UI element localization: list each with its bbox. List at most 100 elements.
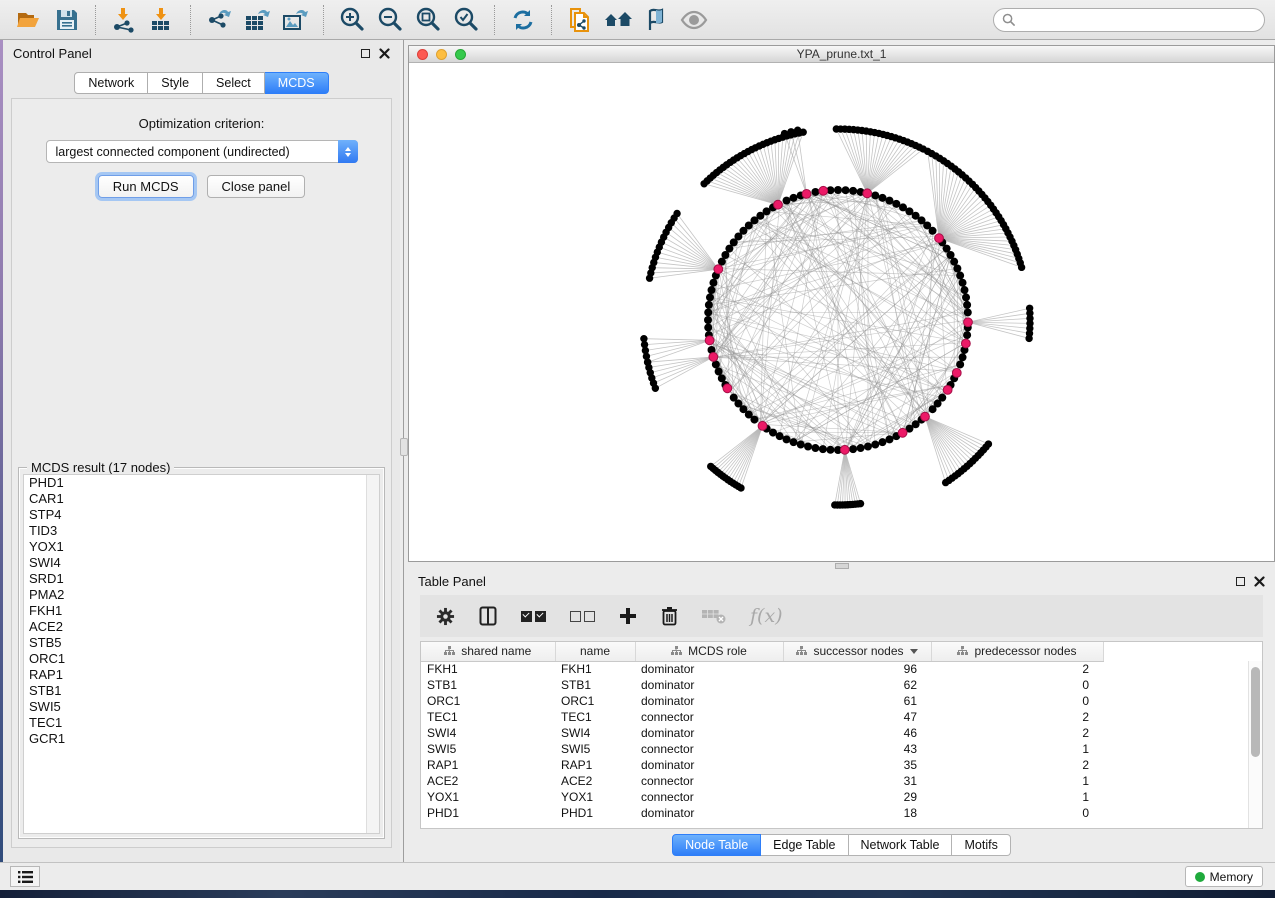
search-input[interactable] xyxy=(1020,13,1256,27)
search-field[interactable] xyxy=(993,8,1265,32)
mcds-result-item[interactable]: FKH1 xyxy=(24,603,379,619)
table-row[interactable]: SWI5SWI5connector431 xyxy=(421,741,1249,757)
criterion-select[interactable]: largest connected component (undirected) xyxy=(46,140,358,163)
mcds-result-item[interactable]: PHD1 xyxy=(24,475,379,491)
delete-column-button[interactable] xyxy=(661,606,678,626)
run-mcds-button[interactable]: Run MCDS xyxy=(98,175,194,198)
mcds-hub-node[interactable] xyxy=(802,189,811,198)
deselect-all-rows-button[interactable] xyxy=(570,611,595,622)
horizontal-splitter[interactable] xyxy=(408,562,1275,570)
import-network-button[interactable] xyxy=(107,4,141,36)
splitter-grip-icon[interactable] xyxy=(400,438,408,456)
mcds-hub-node[interactable] xyxy=(935,234,944,243)
column-header-shared-name[interactable]: shared name xyxy=(421,642,555,661)
save-icon xyxy=(54,7,80,33)
refresh-button[interactable] xyxy=(506,4,540,36)
mcds-hub-node[interactable] xyxy=(709,353,718,362)
close-panel-icon[interactable] xyxy=(1254,576,1265,587)
export-image-button[interactable] xyxy=(278,4,312,36)
mcds-hub-node[interactable] xyxy=(863,189,872,198)
mcds-result-item[interactable]: STB5 xyxy=(24,635,379,651)
mcds-hub-node[interactable] xyxy=(758,421,767,430)
table-scrollbar[interactable] xyxy=(1248,661,1262,828)
mcds-hub-node[interactable] xyxy=(723,384,732,393)
table-row[interactable]: YOX1YOX1connector291 xyxy=(421,789,1249,805)
column-header-successor-nodes[interactable]: successor nodes xyxy=(783,642,931,661)
mcds-result-item[interactable]: TEC1 xyxy=(24,715,379,731)
table-row[interactable]: TEC1TEC1connector472 xyxy=(421,709,1249,725)
column-header-predecessor-nodes[interactable]: predecessor nodes xyxy=(931,642,1103,661)
mcds-result-item[interactable]: GCR1 xyxy=(24,731,379,747)
table-row[interactable]: STB1STB1dominator620 xyxy=(421,677,1249,693)
tab-network[interactable]: Network xyxy=(74,72,148,94)
duplicate-network-button[interactable] xyxy=(563,4,597,36)
network-window-titlebar[interactable]: YPA_prune.txt_1 xyxy=(409,46,1274,63)
table-settings-button[interactable] xyxy=(436,607,455,626)
export-table-button[interactable] xyxy=(240,4,274,36)
column-header-mcds-role[interactable]: MCDS role xyxy=(635,642,783,661)
mcds-hub-node[interactable] xyxy=(921,412,930,421)
mcds-hub-node[interactable] xyxy=(714,265,723,274)
zoom-in-button[interactable] xyxy=(335,4,369,36)
float-panel-icon[interactable] xyxy=(1236,577,1245,586)
tab-style[interactable]: Style xyxy=(148,72,203,94)
mcds-result-item[interactable]: CAR1 xyxy=(24,491,379,507)
mcds-hub-node[interactable] xyxy=(840,445,849,454)
tab-motifs[interactable]: Motifs xyxy=(952,834,1010,856)
mcds-hub-node[interactable] xyxy=(705,336,714,345)
hide-toggle-button[interactable] xyxy=(639,4,673,36)
memory-button[interactable]: Memory xyxy=(1185,866,1263,887)
mcds-hub-node[interactable] xyxy=(943,385,952,394)
mcds-result-item[interactable]: STB1 xyxy=(24,683,379,699)
table-scrollbar-thumb[interactable] xyxy=(1251,667,1260,757)
splitter-grip-icon[interactable] xyxy=(835,563,849,569)
tab-select[interactable]: Select xyxy=(203,72,265,94)
table-row[interactable]: ACE2ACE2connector311 xyxy=(421,773,1249,789)
mcds-result-item[interactable]: STP4 xyxy=(24,507,379,523)
tab-mcds[interactable]: MCDS xyxy=(265,72,329,94)
mcds-list-scrollbar[interactable] xyxy=(366,475,379,833)
mcds-hub-node[interactable] xyxy=(961,339,970,348)
table-row[interactable]: ORC1ORC1dominator610 xyxy=(421,693,1249,709)
open-session-button[interactable] xyxy=(12,4,46,36)
task-history-button[interactable] xyxy=(10,866,40,887)
mcds-hub-node[interactable] xyxy=(898,428,907,437)
home-networks-button[interactable] xyxy=(601,4,635,36)
save-session-button[interactable] xyxy=(50,4,84,36)
mcds-result-item[interactable]: SWI5 xyxy=(24,699,379,715)
tab-node-table[interactable]: Node Table xyxy=(672,834,761,856)
mcds-result-item[interactable]: SWI4 xyxy=(24,555,379,571)
mcds-hub-node[interactable] xyxy=(819,186,828,195)
show-columns-button[interactable] xyxy=(479,606,497,626)
mcds-hub-node[interactable] xyxy=(774,200,783,209)
mcds-hub-node[interactable] xyxy=(952,368,961,377)
import-table-button[interactable] xyxy=(145,4,179,36)
table-row[interactable]: RAP1RAP1dominator352 xyxy=(421,757,1249,773)
column-header-name[interactable]: name xyxy=(555,642,635,661)
network-canvas[interactable] xyxy=(409,63,1274,561)
close-panel-icon[interactable] xyxy=(379,48,390,59)
select-all-rows-button[interactable] xyxy=(521,611,546,622)
zoom-selected-button[interactable] xyxy=(449,4,483,36)
mcds-result-item[interactable]: TID3 xyxy=(24,523,379,539)
mcds-result-item[interactable]: SRD1 xyxy=(24,571,379,587)
mcds-result-item[interactable]: ORC1 xyxy=(24,651,379,667)
tab-edge-table[interactable]: Edge Table xyxy=(761,834,848,856)
tab-network-table[interactable]: Network Table xyxy=(849,834,953,856)
show-hidden-button[interactable] xyxy=(677,4,711,36)
mcds-result-item[interactable]: YOX1 xyxy=(24,539,379,555)
mcds-result-item[interactable]: RAP1 xyxy=(24,667,379,683)
mcds-result-item[interactable]: ACE2 xyxy=(24,619,379,635)
float-panel-icon[interactable] xyxy=(361,49,370,58)
table-row[interactable]: FKH1FKH1dominator962 xyxy=(421,661,1249,677)
mcds-result-item[interactable]: PMA2 xyxy=(24,587,379,603)
mcds-hub-node[interactable] xyxy=(964,318,973,327)
zoom-out-button[interactable] xyxy=(373,4,407,36)
create-column-button[interactable] xyxy=(619,607,637,625)
zoom-fit-button[interactable] xyxy=(411,4,445,36)
close-panel-button[interactable]: Close panel xyxy=(207,175,306,198)
vertical-splitter[interactable] xyxy=(400,40,408,862)
table-row[interactable]: SWI4SWI4dominator462 xyxy=(421,725,1249,741)
table-row[interactable]: PHD1PHD1dominator180 xyxy=(421,805,1249,821)
export-network-button[interactable] xyxy=(202,4,236,36)
